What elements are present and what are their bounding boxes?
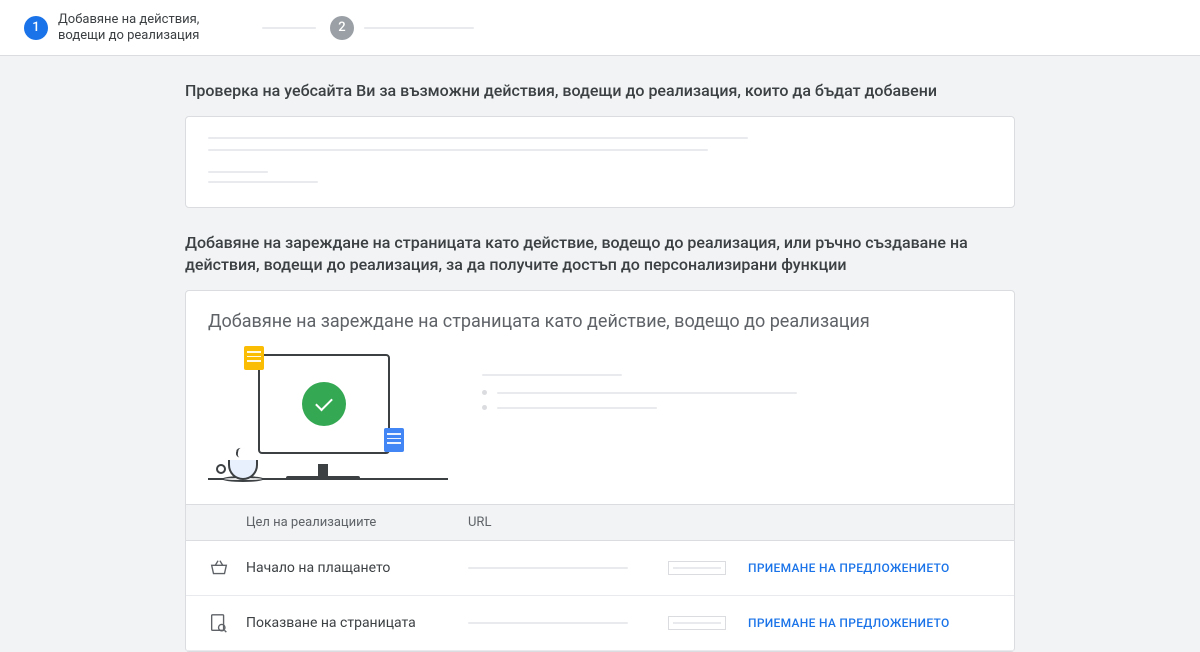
- row-goal-label: Показване на страницата: [246, 615, 416, 631]
- doc-blue-icon: [384, 428, 404, 452]
- scan-card: [185, 116, 1015, 208]
- col-url-header: URL: [468, 515, 668, 530]
- table-row: Показване на страницата ПРИЕМАНЕ НА ПРЕД…: [186, 596, 1014, 651]
- step-1-label: Добавяне на действия, водещи до реализац…: [58, 12, 248, 44]
- row-goal-label: Начало на плащането: [246, 560, 390, 576]
- url-thumb[interactable]: [668, 561, 726, 575]
- illustration: [208, 350, 448, 480]
- section1-title: Проверка на уебсайта Ви за възможни дейс…: [185, 80, 1015, 102]
- placeholder-line: [208, 181, 318, 183]
- check-icon: [302, 382, 346, 426]
- page-content: Проверка на уебсайта Ви за възможни дейс…: [185, 56, 1015, 652]
- accept-button[interactable]: ПРИЕМАНЕ НА ПРЕДЛОЖЕНИЕТО: [748, 561, 950, 575]
- step-2-label: [364, 27, 474, 29]
- col-goal-header: Цел на реализациите: [208, 515, 468, 530]
- table-header: Цел на реализациите URL: [186, 504, 1014, 541]
- cup-icon: [222, 450, 264, 480]
- page-search-icon: [208, 612, 230, 634]
- placeholder-line: [208, 137, 748, 139]
- url-placeholder: [468, 567, 628, 569]
- placeholder-line: [208, 149, 708, 151]
- url-thumb[interactable]: [668, 616, 726, 630]
- stepper: 1 Добавяне на действия, водещи до реализ…: [0, 0, 1200, 56]
- pageload-card: Добавяне на зареждане на страницата като…: [185, 290, 1015, 652]
- accept-button[interactable]: ПРИЕМАНЕ НА ПРЕДЛОЖЕНИЕТО: [748, 616, 950, 630]
- url-placeholder: [468, 622, 628, 624]
- pageload-card-heading: Добавяне на зареждане на страницата като…: [208, 311, 992, 332]
- placeholder-line: [208, 171, 268, 173]
- step-2[interactable]: 2: [330, 16, 474, 40]
- step-1[interactable]: 1 Добавяне на действия, водещи до реализ…: [24, 12, 248, 44]
- step-connector: [262, 27, 316, 29]
- step-1-badge: 1: [24, 16, 48, 40]
- illustration-text: [482, 374, 797, 410]
- basket-icon: [208, 557, 230, 579]
- section2-title: Добавяне на зареждане на страницата като…: [185, 232, 1015, 276]
- step-2-badge: 2: [330, 16, 354, 40]
- doc-yellow-icon: [244, 346, 264, 370]
- table-row: Начало на плащането ПРИЕМАНЕ НА ПРЕДЛОЖЕ…: [186, 541, 1014, 596]
